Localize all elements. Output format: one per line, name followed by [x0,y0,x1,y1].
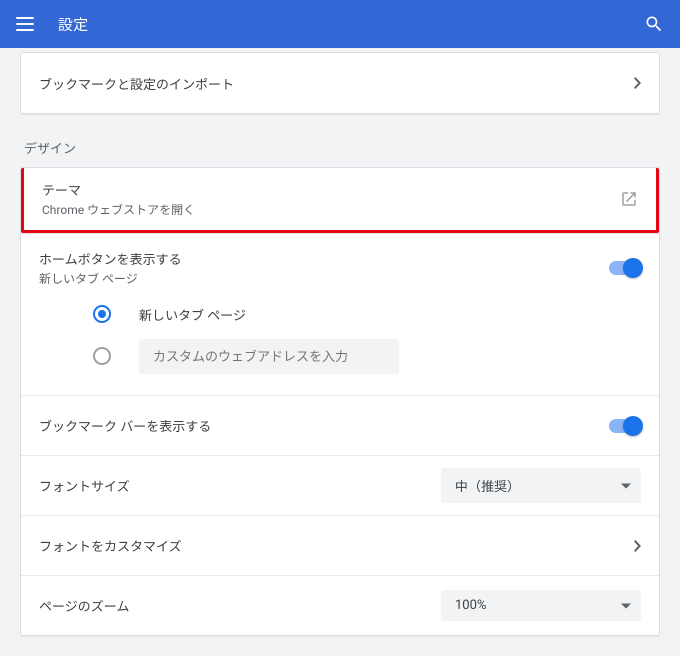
bookmarks-bar-label: ブックマーク バーを表示する [39,416,211,435]
design-card: テーマ Chrome ウェブストアを開く ホームボタンを表示する 新しいタブ ペ… [20,167,660,636]
menu-icon[interactable] [16,15,34,33]
dropdown-arrow-icon [621,603,631,608]
import-row[interactable]: ブックマークと設定のインポート [21,53,659,113]
home-button-subtitle: 新しいタブ ページ [39,270,609,287]
search-icon[interactable] [644,14,664,34]
radio-newtab-label: 新しいタブ ページ [139,305,246,324]
bookmarks-bar-row: ブックマーク バーを表示する [21,395,659,455]
import-label: ブックマークと設定のインポート [39,74,634,93]
home-button-title: ホームボタンを表示する [39,249,609,268]
fontcustom-label: フォントをカスタマイズ [39,536,182,555]
theme-subtitle: Chrome ウェブストアを開く [42,201,620,218]
chevron-right-icon [634,77,641,89]
radio-newtab[interactable] [93,305,111,323]
import-card: ブックマークと設定のインポート [20,52,660,114]
header-bar: 設定 [0,0,680,48]
fontcustom-row[interactable]: フォントをカスタマイズ [21,515,659,575]
chevron-right-icon [634,540,641,552]
content-area: ブックマークと設定のインポート デザイン テーマ Chrome ウェブストアを開… [0,52,680,656]
radio-custom-row[interactable] [93,335,641,377]
theme-row[interactable]: テーマ Chrome ウェブストアを開く [21,168,659,233]
home-button-row: ホームボタンを表示する 新しいタブ ページ [21,233,659,293]
fontsize-dropdown[interactable]: 中（推奨） [441,468,641,503]
home-button-toggle[interactable] [609,261,641,275]
zoom-label: ページのズーム [39,596,129,615]
theme-title: テーマ [42,180,620,199]
zoom-row: ページのズーム 100% [21,575,659,635]
fontsize-row: フォントサイズ 中（推奨） [21,455,659,515]
custom-url-input[interactable] [139,339,399,374]
bookmarks-bar-toggle[interactable] [609,419,641,433]
page-title: 設定 [58,14,644,35]
fontsize-value: 中（推奨） [455,480,520,495]
open-external-icon [620,190,638,208]
radio-newtab-row[interactable]: 新しいタブ ページ [93,293,641,335]
dropdown-arrow-icon [621,483,631,488]
home-radio-group: 新しいタブ ページ [21,293,659,395]
fontsize-label: フォントサイズ [39,476,130,495]
radio-custom[interactable] [93,347,111,365]
zoom-value: 100% [455,598,486,613]
section-title-design: デザイン [24,138,656,157]
zoom-dropdown[interactable]: 100% [441,590,641,621]
